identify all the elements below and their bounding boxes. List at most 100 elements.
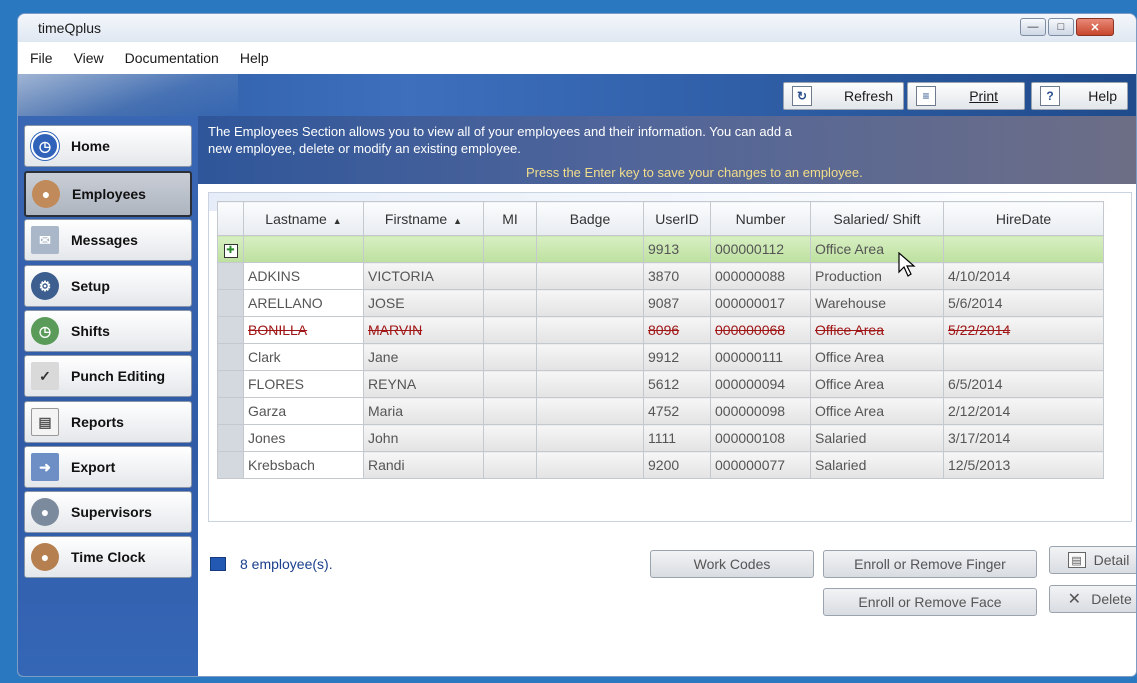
delete-button[interactable]: ✕ Delete: [1049, 585, 1136, 613]
table-cell[interactable]: [483, 289, 537, 317]
row-selector[interactable]: [217, 370, 244, 398]
table-row[interactable]: FLORES REYNA 5612 000000094 Office Area 6/5/2…: [217, 370, 1104, 398]
print-button[interactable]: ≡ Print: [907, 82, 1025, 110]
sidebar-item-time-clock[interactable]: ● Time Clock: [24, 536, 192, 578]
table-cell[interactable]: 000000017: [710, 289, 811, 317]
sidebar-item-reports[interactable]: ▤ Reports: [24, 401, 192, 443]
menu-help[interactable]: Help: [240, 50, 269, 66]
row-selector[interactable]: [217, 262, 244, 290]
menu-file[interactable]: File: [30, 50, 53, 66]
help-button[interactable]: ? Help: [1031, 82, 1128, 110]
table-cell[interactable]: BONILLA: [243, 316, 364, 344]
table-cell[interactable]: Jane: [363, 343, 484, 371]
table-cell[interactable]: John: [363, 424, 484, 452]
column-header-firstname[interactable]: Firstname ▲: [363, 201, 484, 236]
table-cell[interactable]: Jones: [243, 424, 364, 452]
table-cell[interactable]: 4752: [643, 397, 711, 425]
table-cell[interactable]: 9912: [643, 343, 711, 371]
table-cell[interactable]: Salaried: [810, 424, 944, 452]
table-cell[interactable]: 3/17/2014: [943, 424, 1104, 452]
maximize-icon[interactable]: □: [1048, 18, 1074, 36]
table-cell[interactable]: 000000068: [710, 316, 811, 344]
table-cell[interactable]: [483, 424, 537, 452]
table-cell[interactable]: [483, 370, 537, 398]
table-cell[interactable]: 1111: [643, 424, 711, 452]
sidebar-item-home[interactable]: ◷ Home: [24, 125, 192, 167]
refresh-button[interactable]: ↻ Refresh: [783, 82, 904, 110]
table-row[interactable]: Krebsbach Randi 9200 000000077 Salaried 12/5/…: [217, 451, 1104, 479]
table-cell[interactable]: [483, 343, 537, 371]
column-header-userid[interactable]: UserID: [643, 201, 711, 236]
table-cell[interactable]: [536, 424, 644, 452]
work-codes-button[interactable]: Work Codes: [650, 550, 814, 578]
column-header-salaried-shift[interactable]: Salaried/ Shift: [810, 201, 944, 236]
table-cell[interactable]: Maria: [363, 397, 484, 425]
table-cell[interactable]: 6/5/2014: [943, 370, 1104, 398]
table-cell[interactable]: [243, 235, 364, 263]
row-selector[interactable]: [217, 397, 244, 425]
table-cell[interactable]: Office Area: [810, 343, 944, 371]
sidebar-item-supervisors[interactable]: ● Supervisors: [24, 491, 192, 533]
table-cell[interactable]: Office Area: [810, 397, 944, 425]
table-cell[interactable]: 2/12/2014: [943, 397, 1104, 425]
table-row[interactable]: BONILLA MARVIN 8096 000000068 Office Area 5/2…: [217, 316, 1104, 344]
row-selector[interactable]: [217, 289, 244, 317]
table-cell[interactable]: ARELLANO: [243, 289, 364, 317]
table-cell[interactable]: [536, 235, 644, 263]
detail-button[interactable]: ▤ Detail: [1049, 546, 1136, 574]
sidebar-item-employees[interactable]: ● Employees: [24, 171, 192, 217]
table-cell[interactable]: [483, 262, 537, 290]
table-cell[interactable]: [943, 343, 1104, 371]
table-cell[interactable]: 000000088: [710, 262, 811, 290]
sidebar-item-setup[interactable]: ⚙ Setup: [24, 265, 192, 307]
table-cell[interactable]: FLORES: [243, 370, 364, 398]
table-cell[interactable]: Office Area: [810, 235, 944, 263]
table-cell[interactable]: 000000111: [710, 343, 811, 371]
table-cell[interactable]: [483, 235, 537, 263]
table-cell[interactable]: [536, 370, 644, 398]
table-cell[interactable]: 000000077: [710, 451, 811, 479]
sidebar-item-export[interactable]: ➜ Export: [24, 446, 192, 488]
table-cell[interactable]: REYNA: [363, 370, 484, 398]
sidebar-item-shifts[interactable]: ◷ Shifts: [24, 310, 192, 352]
sidebar-item-messages[interactable]: ✉ Messages: [24, 219, 192, 261]
table-cell[interactable]: Office Area: [810, 316, 944, 344]
column-header-mi[interactable]: MI: [483, 201, 537, 236]
table-cell[interactable]: 3870: [643, 262, 711, 290]
table-row[interactable]: ADKINS VICTORIA 3870 000000088 Production 4/1…: [217, 262, 1104, 290]
row-selector[interactable]: [217, 424, 244, 452]
table-cell[interactable]: ADKINS: [243, 262, 364, 290]
table-cell[interactable]: [536, 289, 644, 317]
row-selector[interactable]: [217, 316, 244, 344]
table-cell[interactable]: Randi: [363, 451, 484, 479]
enroll-finger-button[interactable]: Enroll or Remove Finger: [823, 550, 1037, 578]
table-cell[interactable]: Garza: [243, 397, 364, 425]
table-cell[interactable]: 4/10/2014: [943, 262, 1104, 290]
sidebar-item-punch-editing[interactable]: ✓ Punch Editing: [24, 355, 192, 397]
table-cell[interactable]: Office Area: [810, 370, 944, 398]
table-cell[interactable]: 5612: [643, 370, 711, 398]
table-cell[interactable]: [483, 397, 537, 425]
table-cell[interactable]: [943, 235, 1104, 263]
table-cell[interactable]: 9913: [643, 235, 711, 263]
close-icon[interactable]: ✕: [1076, 18, 1114, 36]
table-row[interactable]: Jones John 1111 000000108 Salaried 3/17/2014: [217, 424, 1104, 452]
table-cell[interactable]: 5/6/2014: [943, 289, 1104, 317]
table-cell[interactable]: 000000108: [710, 424, 811, 452]
table-row[interactable]: ARELLANO JOSE 9087 000000017 Warehouse 5/6/20…: [217, 289, 1104, 317]
table-cell[interactable]: 9087: [643, 289, 711, 317]
column-header-hiredate[interactable]: HireDate: [943, 201, 1104, 236]
table-cell[interactable]: MARVIN: [363, 316, 484, 344]
row-selector[interactable]: [217, 343, 244, 371]
table-cell[interactable]: 000000098: [710, 397, 811, 425]
table-cell[interactable]: [536, 316, 644, 344]
table-cell[interactable]: Krebsbach: [243, 451, 364, 479]
table-cell[interactable]: [363, 235, 484, 263]
table-cell[interactable]: Production: [810, 262, 944, 290]
table-cell[interactable]: 000000094: [710, 370, 811, 398]
table-row[interactable]: Garza Maria 4752 000000098 Office Area 2/12/2…: [217, 397, 1104, 425]
table-cell[interactable]: 8096: [643, 316, 711, 344]
table-cell[interactable]: 000000112: [710, 235, 811, 263]
row-selector[interactable]: ✚: [217, 235, 244, 263]
table-cell[interactable]: Warehouse: [810, 289, 944, 317]
